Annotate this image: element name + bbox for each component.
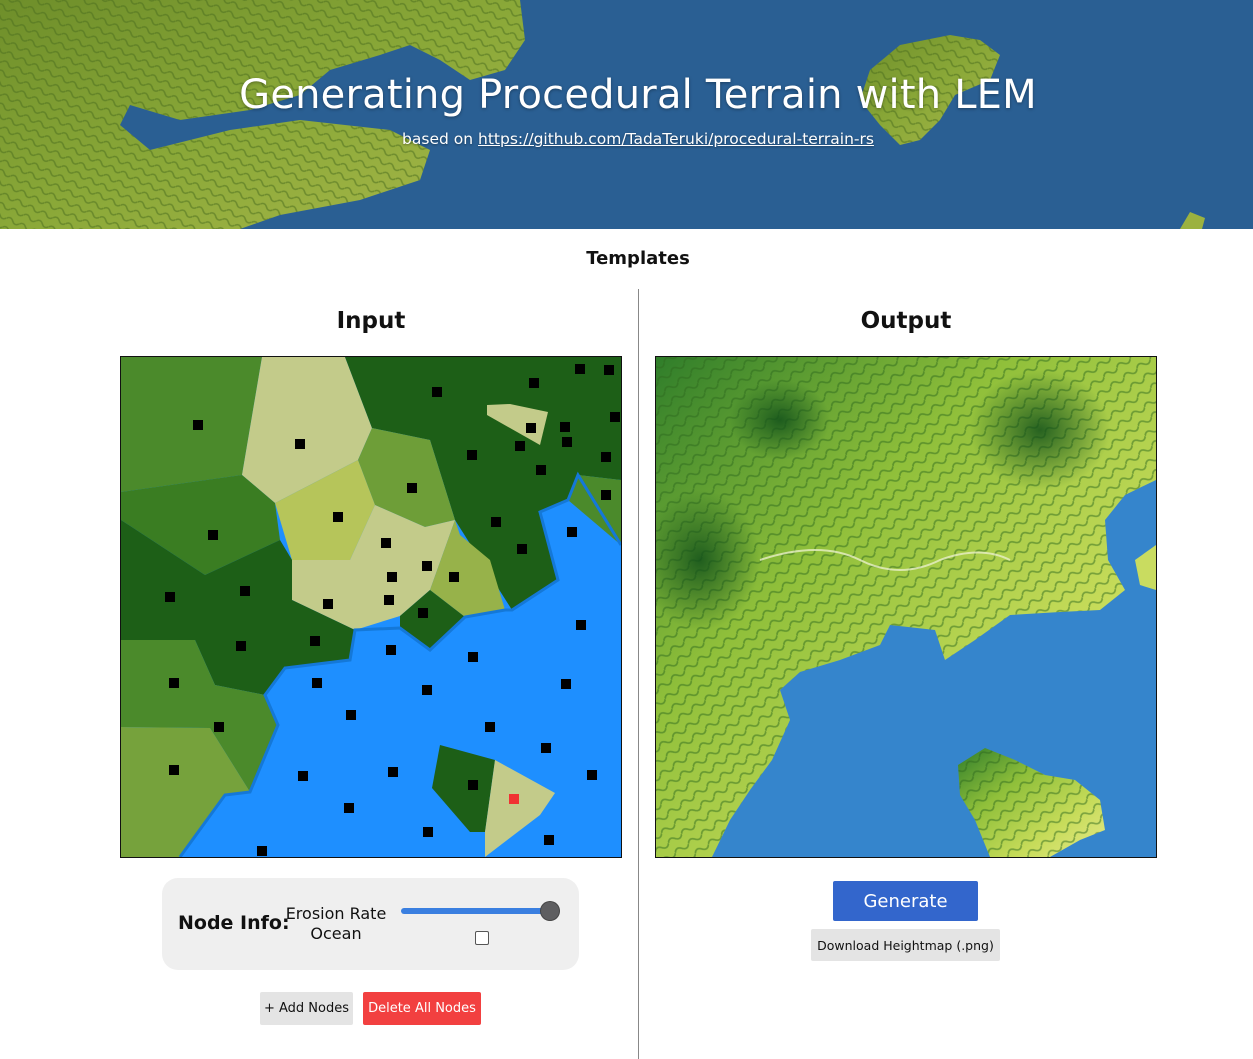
terrain-node[interactable]	[344, 803, 354, 813]
terrain-node[interactable]	[526, 423, 536, 433]
terrain-node[interactable]	[587, 770, 597, 780]
terrain-node[interactable]	[388, 767, 398, 777]
terrain-node[interactable]	[310, 636, 320, 646]
voronoi-diagram[interactable]	[121, 357, 621, 857]
terrain-node[interactable]	[387, 572, 397, 582]
node-info-heading: Node Info:	[178, 912, 290, 934]
page-title: Generating Procedural Terrain with LEM	[239, 72, 1037, 118]
erosion-rate-slider[interactable]	[401, 908, 551, 914]
subtitle-prefix: based on	[402, 130, 474, 148]
terrain-node[interactable]	[561, 679, 571, 689]
terrain-node[interactable]	[193, 420, 203, 430]
terrain-node[interactable]	[208, 530, 218, 540]
download-heightmap-button[interactable]: Download Heightmap (.png)	[811, 929, 1000, 961]
terrain-node[interactable]	[515, 441, 525, 451]
terrain-node[interactable]	[560, 422, 570, 432]
generate-button[interactable]: Generate	[833, 881, 978, 921]
terrain-node[interactable]	[517, 544, 527, 554]
delete-all-nodes-button[interactable]: Delete All Nodes	[363, 992, 481, 1025]
terrain-node[interactable]	[257, 846, 267, 856]
terrain-node[interactable]	[485, 722, 495, 732]
terrain-node[interactable]	[610, 412, 620, 422]
terrain-node[interactable]	[432, 387, 442, 397]
terrain-node[interactable]	[381, 538, 391, 548]
terrain-node[interactable]	[468, 652, 478, 662]
terrain-node[interactable]	[169, 678, 179, 688]
terrain-node[interactable]	[576, 620, 586, 630]
page-subtitle: based on https://github.com/TadaTeruki/p…	[0, 130, 1253, 148]
terrain-node[interactable]	[295, 439, 305, 449]
terrain-node[interactable]	[418, 608, 428, 618]
terrain-node[interactable]	[323, 599, 333, 609]
terrain-node[interactable]	[544, 835, 554, 845]
terrain-node[interactable]	[449, 572, 459, 582]
terrain-node[interactable]	[169, 765, 179, 775]
terrain-node[interactable]	[467, 450, 477, 460]
terrain-node[interactable]	[298, 771, 308, 781]
panel-divider	[638, 289, 639, 1059]
erosion-rate-slider-thumb[interactable]	[541, 902, 559, 920]
terrain-node[interactable]	[491, 517, 501, 527]
terrain-node[interactable]	[240, 586, 250, 596]
terrain-node[interactable]	[601, 490, 611, 500]
source-repo-link[interactable]: https://github.com/TadaTeruki/procedural…	[478, 130, 874, 148]
node-info-panel: Node Info: Erosion Rate Ocean	[162, 878, 579, 970]
ocean-checkbox[interactable]	[475, 931, 489, 945]
terrain-node[interactable]	[386, 645, 396, 655]
erosion-rate-label: Erosion Rate	[285, 904, 387, 923]
terrain-node[interactable]	[601, 452, 611, 462]
header-banner: Generating Procedural Terrain with LEM b…	[0, 0, 1253, 229]
terrain-node[interactable]	[312, 678, 322, 688]
terrain-node[interactable]	[536, 465, 546, 475]
terrain-node[interactable]	[422, 685, 432, 695]
terrain-node[interactable]	[604, 365, 614, 375]
terrain-node[interactable]	[236, 641, 246, 651]
voronoi-cell	[121, 357, 262, 492]
selected-node[interactable]	[509, 794, 519, 804]
output-terrain-image	[655, 356, 1157, 858]
terrain-node[interactable]	[567, 527, 577, 537]
terrain-node[interactable]	[562, 437, 572, 447]
terrain-node[interactable]	[423, 827, 433, 837]
terrain-render	[656, 357, 1156, 857]
ocean-label: Ocean	[310, 924, 362, 943]
add-nodes-button[interactable]: + Add Nodes	[260, 992, 353, 1025]
input-node-map[interactable]	[120, 356, 622, 858]
terrain-node[interactable]	[422, 561, 432, 571]
terrain-node[interactable]	[407, 483, 417, 493]
terrain-node[interactable]	[346, 710, 356, 720]
terrain-node[interactable]	[468, 780, 478, 790]
terrain-node[interactable]	[214, 722, 224, 732]
templates-heading[interactable]: Templates	[0, 248, 1253, 269]
terrain-node[interactable]	[575, 364, 585, 374]
input-title: Input	[336, 308, 406, 334]
terrain-node[interactable]	[541, 743, 551, 753]
terrain-node[interactable]	[384, 595, 394, 605]
terrain-node[interactable]	[165, 592, 175, 602]
terrain-node[interactable]	[333, 512, 343, 522]
terrain-node[interactable]	[529, 378, 539, 388]
output-title: Output	[860, 308, 952, 334]
